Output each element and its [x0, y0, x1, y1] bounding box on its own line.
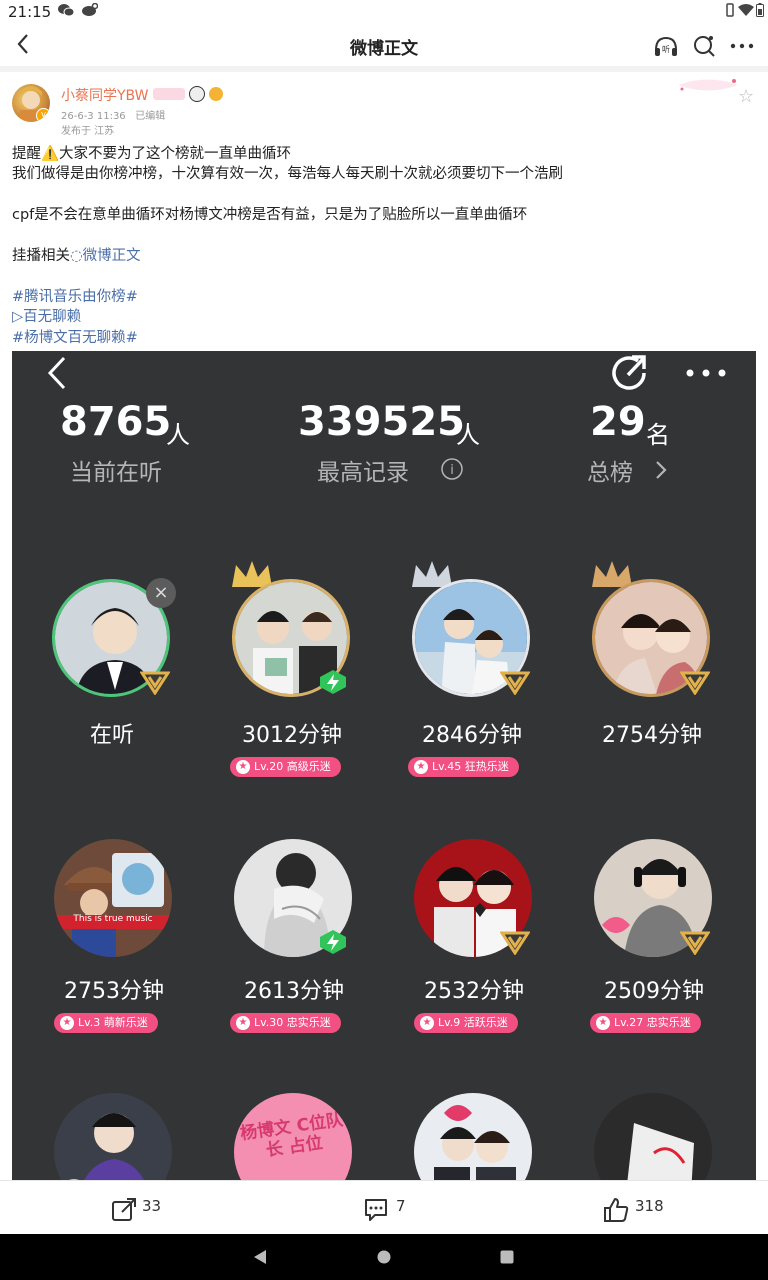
user-badges — [153, 86, 223, 102]
like-icon[interactable] — [602, 1196, 630, 1224]
shot-more-icon — [686, 369, 726, 377]
level-badge-2: ★ Lv.20 高级乐迷 — [230, 757, 341, 777]
post-line-1: 提醒⚠️大家不要为了这个榜就一直单曲循环 — [12, 146, 292, 162]
level-badge-6: ★ Lv.30 忠实乐迷 — [230, 1013, 341, 1033]
level-badge-8: ★ Lv.27 忠实乐迷 — [590, 1013, 701, 1033]
stat-unit-rank: 名 — [646, 421, 670, 449]
verified-badge-icon: v — [36, 108, 50, 122]
star-badge-icon: ★ — [236, 760, 250, 774]
post-image[interactable]: 8765 人 当前在听 339525 人 最高记录 i 29 名 总榜 × 在听… — [12, 351, 756, 1180]
favorite-star-icon[interactable]: ☆ — [738, 86, 754, 107]
panda-badge-icon — [188, 86, 205, 102]
stat-label-record: 最高记录 — [317, 460, 409, 486]
listener-label-5: 2753分钟 — [64, 979, 164, 1004]
author-name[interactable]: 小蔡同学YBW — [61, 85, 149, 105]
chevron-right-icon — [656, 461, 667, 479]
star-badge-icon: ★ — [236, 1016, 250, 1030]
wechat-notification-icon — [58, 3, 75, 21]
action-bar: 33 7 318 — [0, 1180, 768, 1235]
level-badge-7: ★ Lv.9 活跃乐迷 — [414, 1013, 518, 1033]
listener-label-2: 3012分钟 — [242, 723, 342, 748]
star-badge-icon: ★ — [414, 760, 428, 774]
listener-label-4: 2754分钟 — [602, 723, 702, 748]
post-line-3: cpf是不会在意单曲循环对杨博文冲榜是否有益，只是为了贴脸所以一直单曲循环 — [12, 207, 528, 223]
shot-share-icon — [612, 355, 646, 390]
v-badge-icon — [680, 931, 710, 955]
stat-unit-current: 人 — [166, 421, 190, 449]
nav-back-icon[interactable] — [252, 1249, 268, 1265]
nav-recents-icon[interactable] — [500, 1250, 514, 1264]
listener-avatar-5[interactable] — [54, 839, 172, 957]
vibrate-icon — [724, 3, 736, 21]
listener-avatar-10[interactable]: 杨博文 C位队长 占位 — [234, 1093, 352, 1180]
search-icon[interactable] — [690, 32, 718, 60]
v-badge-icon — [500, 671, 530, 695]
v-badge-icon — [500, 931, 530, 955]
comment-icon[interactable] — [362, 1196, 390, 1224]
listener-avatar-12[interactable] — [594, 1093, 712, 1180]
stat-label-rank: 总榜 — [587, 460, 633, 486]
avatar-caption: This is true music — [73, 914, 153, 924]
v-badge-icon — [140, 671, 170, 695]
stat-label-current: 当前在听 — [70, 460, 162, 486]
status-time: 21:15 — [8, 3, 52, 21]
system-nav-bar — [0, 1234, 768, 1280]
level-badge-3: ★ Lv.45 狂热乐迷 — [408, 757, 519, 777]
star-badge-icon: ★ — [60, 1016, 74, 1030]
comment-count[interactable]: 7 — [396, 1197, 406, 1215]
link-icon: ◌ — [70, 248, 83, 264]
divider — [0, 66, 768, 72]
hashtag-link[interactable]: #腾讯音乐由你榜# — [12, 287, 752, 307]
member-badge-icon — [153, 88, 185, 100]
weibo-notification-icon — [82, 2, 99, 21]
emoji-badge-icon — [208, 87, 223, 101]
star-badge-icon: ★ — [596, 1016, 610, 1030]
inline-link[interactable]: 微博正文 — [83, 248, 141, 264]
listener-label-8: 2509分钟 — [604, 979, 704, 1004]
like-count[interactable]: 318 — [635, 1197, 664, 1215]
shot-back-icon — [47, 356, 66, 390]
listener-label-3: 2846分钟 — [422, 723, 522, 748]
stat-value-rank: 29 — [590, 399, 646, 445]
stat-unit-record: 人 — [456, 421, 480, 449]
share-icon[interactable] — [110, 1196, 138, 1224]
status-bar: 21:15 — [0, 0, 768, 24]
listener-label-7: 2532分钟 — [424, 979, 524, 1004]
battery-icon — [756, 3, 764, 21]
post-location: 发布于 江苏 — [61, 126, 115, 137]
listener-avatar-9[interactable] — [54, 1093, 172, 1180]
post-line-4-text: 挂播相关 — [12, 248, 70, 264]
top-nav-bar: 微博正文 听 — [0, 24, 768, 67]
listener-avatar-11[interactable] — [414, 1093, 532, 1180]
wifi-icon — [738, 3, 754, 21]
post-line-4: 挂播相关◌微博正文 — [12, 246, 752, 266]
nav-home-icon[interactable] — [377, 1250, 391, 1264]
repost-count[interactable]: 33 — [142, 1197, 161, 1215]
level-badge-5: ★ Lv.3 萌新乐迷 — [54, 1013, 158, 1033]
author-avatar[interactable]: v — [12, 84, 50, 122]
song-link[interactable]: ▷百无聊赖 — [12, 307, 752, 327]
bolt-badge-icon — [320, 670, 346, 694]
decoration-card-icon — [676, 76, 740, 94]
svg-text:i: i — [450, 463, 454, 478]
hashtag-link-2[interactable]: #杨博文百无聊赖# — [12, 328, 752, 348]
listener-label-6: 2613分钟 — [244, 979, 344, 1004]
star-badge-icon: ★ — [420, 1016, 434, 1030]
bolt-badge-icon — [320, 930, 346, 954]
stat-value-current: 8765 — [60, 399, 172, 445]
stat-value-record: 339525 — [298, 399, 465, 445]
close-icon[interactable]: × — [146, 578, 176, 608]
svg-text:听: 听 — [662, 45, 670, 54]
post-line-2: 我们做得是由你榜冲榜，十次算有效一次，每浩每人每天刷十次就必须要切下一个浩刷 — [12, 166, 563, 182]
v-badge-icon — [680, 671, 710, 695]
listener-label-1: 在听 — [89, 723, 134, 748]
more-icon[interactable] — [728, 32, 756, 60]
headphone-icon[interactable]: 听 — [652, 32, 680, 60]
post-time: 26-6-3 11:36 已编辑 — [61, 111, 166, 122]
info-icon: i — [441, 458, 463, 480]
